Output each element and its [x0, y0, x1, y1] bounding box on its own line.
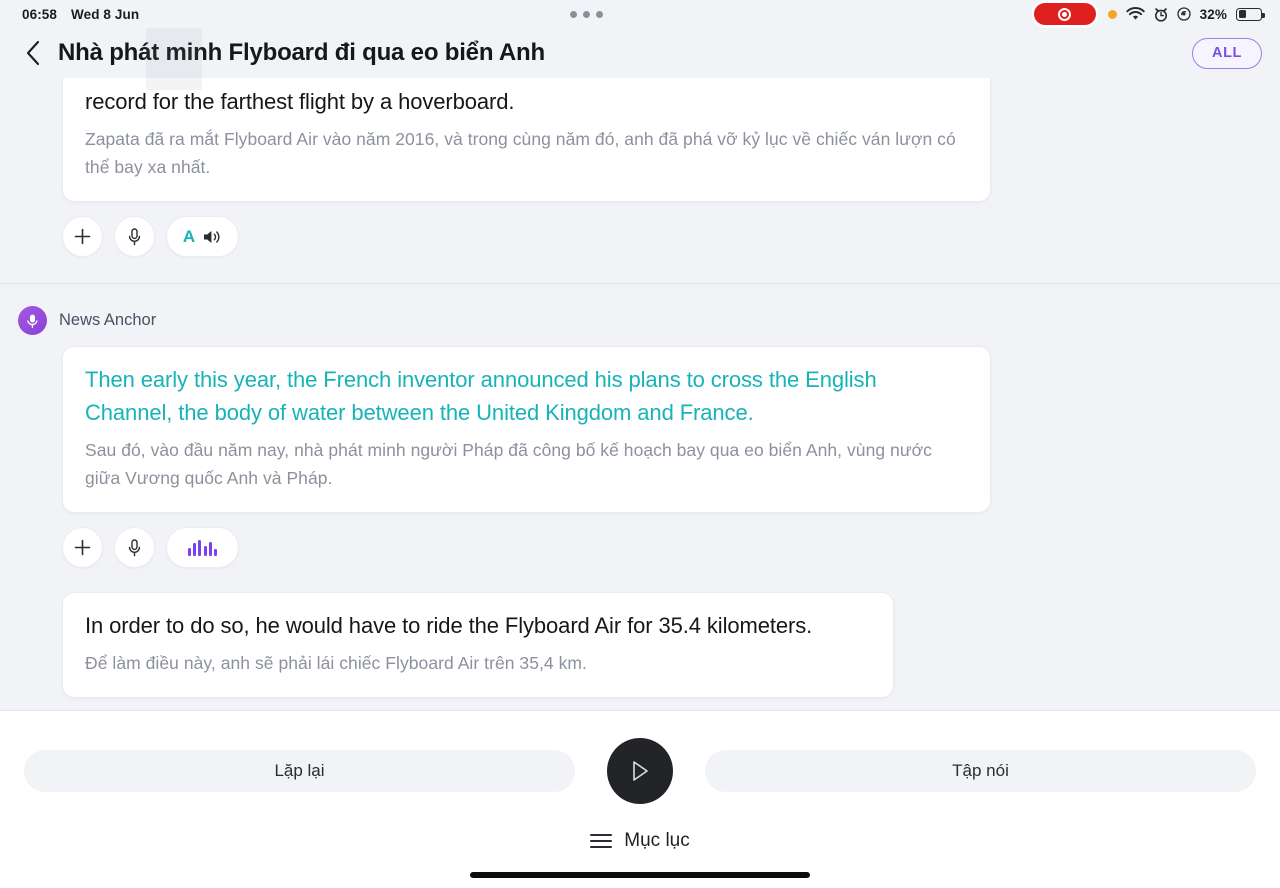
transcript-card[interactable]: record for the farthest flight by a hove…: [62, 78, 991, 202]
status-date: Wed 8 Jun: [71, 6, 140, 22]
transcript-english: record for the farthest flight by a hove…: [85, 89, 515, 114]
transcript-english: Then early this year, the French invento…: [85, 367, 877, 425]
practice-speaking-button[interactable]: Tập nói: [705, 750, 1256, 792]
screen-recording-pill-icon[interactable]: [1033, 3, 1096, 25]
player-bar: Lặp lại Tập nói Mục lục: [0, 710, 1280, 888]
speaker-icon: [204, 230, 220, 243]
speaker-name: News Anchor: [59, 311, 157, 329]
orange-privacy-dot-icon: [1107, 9, 1117, 19]
transcript-actions: [62, 527, 1280, 568]
translate-letter-a-icon: A: [182, 227, 196, 246]
transcript-scroll-area[interactable]: record for the farthest flight by a hove…: [0, 78, 1280, 710]
battery-percent: 32%: [1199, 6, 1227, 22]
wifi-icon: [1125, 7, 1145, 21]
add-button[interactable]: [62, 527, 103, 568]
alarm-clock-icon: [1154, 7, 1168, 22]
add-icon: [74, 539, 91, 556]
transcript-card[interactable]: In order to do so, he would have to ride…: [62, 592, 894, 698]
player-controls: Lặp lại Tập nói: [0, 711, 1280, 804]
status-bar-center: [139, 7, 1033, 22]
status-bar-right: 32%: [1033, 3, 1265, 25]
app-header: Nhà phát minh Flyboard đi qua eo biển An…: [0, 28, 1280, 90]
transcript-item-2: In order to do so, he would have to ride…: [0, 592, 1280, 710]
transcript-item-0: record for the farthest flight by a hove…: [0, 78, 1280, 284]
transcript-actions: A: [62, 216, 1280, 257]
avatar: [18, 306, 47, 335]
status-bar-left: 06:58 Wed 8 Jun: [22, 7, 139, 22]
table-of-contents-button[interactable]: Mục lục: [0, 830, 1280, 852]
audio-playback-button[interactable]: A: [166, 216, 239, 257]
transcript-vietnamese: Sau đó, vào đầu năm nay, nhà phát minh n…: [85, 440, 932, 488]
microphone-button[interactable]: [114, 527, 155, 568]
orientation-lock-icon: [1177, 7, 1191, 21]
transcript-vietnamese: Zapata đã ra mắt Flyboard Air vào năm 20…: [85, 129, 956, 177]
page-title: Nhà phát minh Flyboard đi qua eo biển An…: [58, 39, 545, 66]
play-icon: [633, 761, 648, 781]
repeat-button[interactable]: Lặp lại: [24, 750, 575, 792]
table-of-contents-label: Mục lục: [624, 830, 690, 851]
microphone-icon: [27, 314, 38, 328]
add-button[interactable]: [62, 216, 103, 257]
filter-all-button[interactable]: ALL: [1192, 37, 1262, 69]
waveform-icon: [187, 539, 218, 556]
hamburger-icon: [590, 834, 613, 848]
status-time: 06:58: [22, 6, 58, 22]
transcript-vietnamese: Để làm điều này, anh sẽ phải lái chiếc F…: [85, 653, 587, 673]
status-bar: 06:58 Wed 8 Jun 32%: [0, 0, 1280, 28]
back-button[interactable]: [14, 34, 52, 72]
play-button[interactable]: [607, 738, 673, 804]
speaker-row: News Anchor: [18, 306, 1280, 335]
transcript-item-1: News Anchor Then early this year, the Fr…: [0, 306, 1280, 568]
microphone-icon: [128, 538, 141, 556]
microphone-button[interactable]: [114, 216, 155, 257]
audio-playing-button[interactable]: [166, 527, 239, 568]
battery-icon: [1236, 7, 1265, 21]
transcript-card-active[interactable]: Then early this year, the French invento…: [62, 346, 991, 513]
microphone-icon: [128, 227, 141, 245]
home-indicator[interactable]: [470, 872, 810, 878]
transcript-english: In order to do so, he would have to ride…: [85, 613, 813, 638]
add-icon: [74, 228, 91, 245]
chevron-left-icon: [26, 40, 40, 66]
message-divider: [0, 283, 1280, 284]
three-dots-icon: [563, 7, 610, 22]
